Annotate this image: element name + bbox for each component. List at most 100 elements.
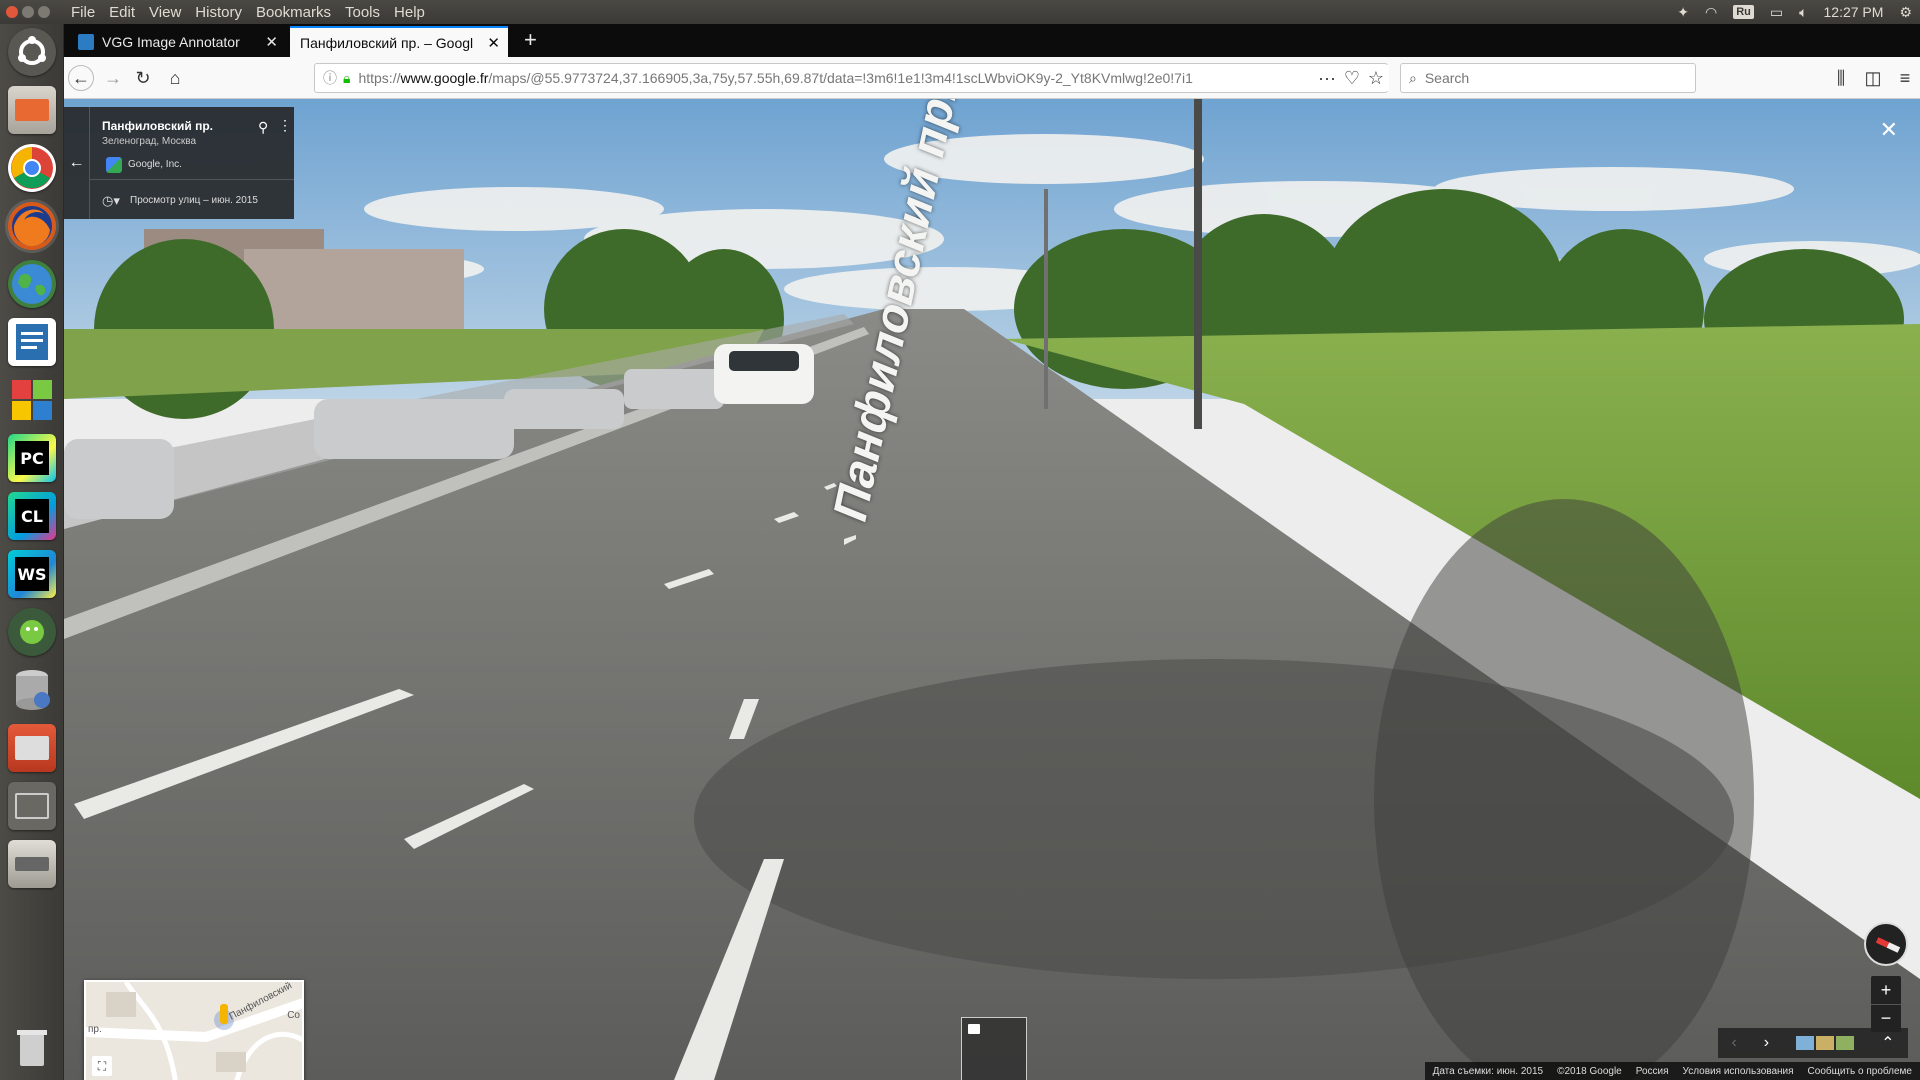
lock-icon: 🔒︎ <box>343 69 351 86</box>
browser-window: VGG Image Annotator ✕ Панфиловский пр. –… <box>64 24 1920 1080</box>
menu-file[interactable]: File <box>64 4 102 21</box>
terms-link[interactable]: Условия использования <box>1683 1066 1794 1077</box>
pycharm-icon[interactable]: PC <box>8 434 56 482</box>
tab-title: VGG Image Annotator <box>102 33 240 50</box>
new-tab-plus-icon[interactable]: + <box>524 27 537 53</box>
files-manager-icon[interactable] <box>8 724 56 772</box>
menu-bar: File Edit View History Bookmarks Tools H… <box>64 4 432 21</box>
location-subtitle: Зеленоград, Москва <box>102 136 197 147</box>
report-problem-link[interactable]: Сообщить о проблеме <box>1808 1066 1912 1077</box>
trash-icon[interactable] <box>8 1024 56 1072</box>
clock[interactable]: 12:27 PM <box>1824 4 1884 20</box>
settings-gear-icon[interactable]: ⚙ <box>1899 4 1912 21</box>
search-icon: ⌕ <box>1409 69 1417 86</box>
search-input[interactable]: ⌕ Search <box>1400 63 1696 93</box>
database-icon[interactable] <box>8 666 56 714</box>
attribution-bar: Дата съемки: июн. 2015 ©2018 Google Росс… <box>1424 1062 1920 1080</box>
window-minimize-icon[interactable] <box>22 6 34 18</box>
ubuntu-dash-icon[interactable] <box>8 28 56 76</box>
close-tab-icon[interactable]: ✕ <box>265 33 278 51</box>
previous-arrow-icon[interactable]: ‹ <box>1731 1034 1736 1052</box>
window-icon[interactable] <box>8 782 56 830</box>
menu-view[interactable]: View <box>142 4 188 21</box>
window-maximize-icon[interactable] <box>38 6 50 18</box>
wifi-icon[interactable]: ◠ <box>1705 4 1717 21</box>
mini-map-left-label: пр. <box>88 1024 102 1035</box>
location-info-card: ← Панфиловский пр. Зеленоград, Москва ⚲ … <box>64 107 294 219</box>
navigation-toolbar: ← → ↻ ⌂ ⓘ 🔒︎ https://www.google.fr/maps/… <box>64 57 1920 99</box>
globe-icon[interactable] <box>8 260 56 308</box>
search-placeholder: Search <box>1424 70 1470 86</box>
vgg-favicon-icon <box>78 33 94 50</box>
app-launcher: PC CL WS <box>0 24 64 1080</box>
url-host: www.google.fr <box>400 70 489 86</box>
menu-tools[interactable]: Tools <box>338 4 387 21</box>
close-tab-icon[interactable]: ✕ <box>487 34 500 52</box>
home-icon[interactable]: ⌂ <box>162 65 188 91</box>
keyboard-layout-indicator[interactable]: Ru <box>1733 5 1754 19</box>
sidebar-icon[interactable]: ◫ <box>1860 65 1886 91</box>
menu-edit[interactable]: Edit <box>102 4 142 21</box>
system-tray: ✦ ◠ Ru ▭ 🔈︎ 12:27 PM ⚙ <box>1677 0 1912 24</box>
next-arrow-icon[interactable]: › <box>1764 1034 1769 1052</box>
pin-icon[interactable]: ⚲ <box>258 119 268 136</box>
webstorm-icon[interactable]: WS <box>8 550 56 598</box>
thumbnail-row[interactable] <box>1796 1036 1855 1050</box>
url-path: /maps/@55.9773724,37.166905,3a,75y,57.55… <box>488 70 1193 86</box>
street-view-panorama[interactable] <box>64 99 1920 1080</box>
back-arrow-icon[interactable]: ← <box>68 65 94 91</box>
more-options-icon[interactable]: ⋮ <box>278 117 292 134</box>
map-controls: + − <box>1864 922 1908 1032</box>
close-street-view-icon[interactable]: ✕ <box>1880 117 1898 143</box>
forward-arrow-icon[interactable]: → <box>100 65 126 91</box>
zoom-in-button[interactable]: + <box>1871 976 1901 1004</box>
info-icon[interactable]: ⓘ <box>323 68 337 88</box>
clion-icon[interactable]: CL <box>8 492 56 540</box>
bookmark-star-icon[interactable]: ☆ <box>1363 65 1389 91</box>
files-icon[interactable] <box>8 86 56 134</box>
url-scheme: https:// <box>358 70 401 86</box>
page-actions-icon[interactable]: ··· <box>1314 65 1340 91</box>
photo-thumbnail[interactable] <box>961 1017 1027 1080</box>
drive-icon[interactable] <box>8 840 56 888</box>
expand-chevron-icon[interactable]: ⌃ <box>1881 1033 1894 1053</box>
maps-logo-icon <box>106 157 122 173</box>
mini-map-right-label: Со <box>287 1010 300 1021</box>
country-link[interactable]: Россия <box>1636 1066 1669 1077</box>
tab-vgg-annotator[interactable]: VGG Image Annotator ✕ <box>68 26 286 57</box>
reload-icon[interactable]: ↻ <box>130 65 156 91</box>
street-view-content[interactable]: Панфиловский пр. ← Панфиловский пр. Зеле… <box>64 99 1920 1080</box>
expand-map-icon[interactable]: ⛶ <box>92 1056 112 1076</box>
firefox-icon[interactable] <box>8 202 56 250</box>
menu-history[interactable]: History <box>188 4 249 21</box>
library-icon[interactable]: ⫼ <box>1828 65 1854 91</box>
android-icon[interactable] <box>8 608 56 656</box>
window-close-icon[interactable] <box>6 6 18 18</box>
menu-help[interactable]: Help <box>387 4 432 21</box>
copyright: ©2018 Google <box>1557 1065 1622 1077</box>
tab-google-maps[interactable]: Панфиловский пр. – Googl ✕ <box>290 26 508 57</box>
hamburger-menu-icon[interactable]: ≡ <box>1892 65 1918 91</box>
street-view-date[interactable]: Просмотр улиц – июн. 2015 <box>130 195 258 206</box>
battery-icon[interactable]: ▭ <box>1770 4 1783 21</box>
text-editor-icon[interactable] <box>8 318 56 366</box>
location-title: Панфиловский пр. <box>102 119 213 133</box>
compass-icon[interactable] <box>1864 922 1908 966</box>
capture-date: Дата съемки: июн. 2015 <box>1432 1065 1544 1077</box>
photo-strip-controls: ‹ › ⌃ <box>1718 1028 1908 1058</box>
volume-icon[interactable]: 🔈︎ <box>1799 4 1807 21</box>
mini-map[interactable]: Панфиловский пр. Со ⛶ <box>84 980 304 1080</box>
url-bar[interactable]: ⓘ 🔒︎ https://www.google.fr/maps/@55.9773… <box>314 63 1388 93</box>
workspaces-icon[interactable] <box>8 376 56 424</box>
system-top-panel: File Edit View History Bookmarks Tools H… <box>0 0 1920 24</box>
tab-strip: VGG Image Annotator ✕ Панфиловский пр. –… <box>64 24 1920 57</box>
tab-title: Панфиловский пр. – Googl <box>300 34 474 51</box>
image-icon <box>968 1024 980 1034</box>
author-name[interactable]: Google, Inc. <box>128 159 182 170</box>
chrome-icon[interactable] <box>8 144 56 192</box>
history-clock-icon[interactable]: ◷▾ <box>102 193 120 209</box>
menu-bookmarks[interactable]: Bookmarks <box>249 4 338 21</box>
pocket-icon[interactable]: ♡ <box>1339 65 1365 91</box>
dropbox-icon[interactable]: ✦ <box>1677 4 1689 21</box>
back-to-map-arrow-icon[interactable]: ← <box>64 107 90 219</box>
